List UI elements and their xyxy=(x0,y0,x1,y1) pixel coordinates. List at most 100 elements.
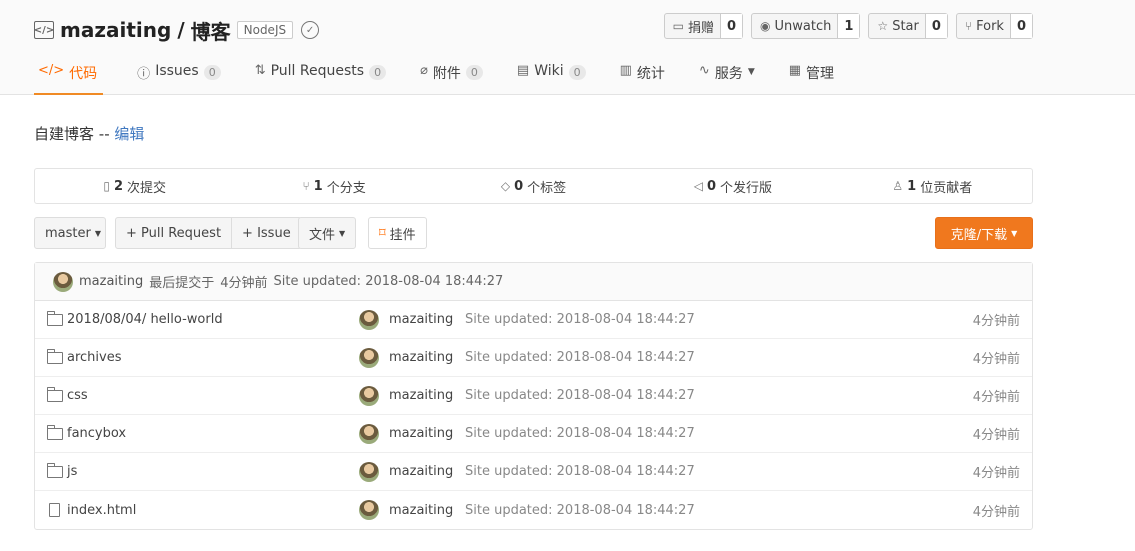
code-icon: </> xyxy=(38,63,65,78)
contributor-icon: ♙ xyxy=(892,179,904,193)
file-name-link[interactable]: archives xyxy=(46,348,122,365)
file-author[interactable]: mazaiting xyxy=(359,461,453,482)
pull-request-icon: ⇅ xyxy=(254,63,266,78)
star-button[interactable]: ☆ Star xyxy=(869,14,924,38)
file-author[interactable]: mazaiting xyxy=(359,500,453,520)
stat-branches-count: 1 xyxy=(313,178,323,194)
pr-issue-group: + Pull Request + Issue xyxy=(115,217,302,249)
file-author[interactable]: mazaiting xyxy=(359,309,453,330)
file-commit-message[interactable]: Site updated: 2018-08-04 18:44:27 xyxy=(465,312,695,327)
description-text: 自建博客 xyxy=(34,125,95,143)
stat-releases-label: 个发行版 xyxy=(720,180,773,196)
repo-name-link[interactable]: 博客 xyxy=(191,16,231,45)
file-commit-message[interactable]: Site updated: 2018-08-04 18:44:27 xyxy=(465,350,695,365)
folder-icon xyxy=(46,462,63,478)
file-name-link[interactable]: js xyxy=(46,462,77,479)
file-name-link[interactable]: index.html xyxy=(47,503,136,518)
donate-count[interactable]: 0 xyxy=(720,14,743,38)
unwatch-button[interactable]: ◉ Unwatch xyxy=(752,14,837,38)
file-commit-message[interactable]: Site updated: 2018-08-04 18:44:27 xyxy=(465,503,695,518)
file-dropdown-button[interactable]: 文件 ▼ xyxy=(298,217,357,249)
watch-action[interactable]: ◉ Unwatch 1 xyxy=(751,13,861,39)
description-separator: -- xyxy=(98,125,110,143)
chevron-down-icon: ▼ xyxy=(1011,228,1018,238)
tab-issues-count: 0 xyxy=(203,65,221,80)
watch-count[interactable]: 1 xyxy=(837,14,860,38)
table-row: js mazaiting Site updated: 2018-08-04 18… xyxy=(35,453,1032,491)
file-author[interactable]: mazaiting xyxy=(359,423,453,444)
file-commit-message[interactable]: Site updated: 2018-08-04 18:44:27 xyxy=(465,388,695,403)
clone-download-button[interactable]: 克隆/下载 ▼ xyxy=(935,217,1033,249)
award-icon[interactable]: ✓ xyxy=(301,21,320,39)
chevron-down-icon: ▼ xyxy=(747,67,755,77)
file-name-link[interactable]: fancybox xyxy=(46,424,127,441)
tab-stats[interactable]: ▥ 统计 xyxy=(620,54,665,95)
branch-icon: ⑂ xyxy=(302,179,310,193)
donate-action[interactable]: ▭ 捐赠 0 xyxy=(663,13,744,39)
language-badge[interactable]: NodeJS xyxy=(236,21,294,39)
avatar xyxy=(359,385,379,406)
tab-services[interactable]: ∿ 服务 ▼ xyxy=(699,54,755,95)
tab-attachments-label: 附件 xyxy=(432,66,461,82)
edit-description-link[interactable]: 编辑 xyxy=(114,125,144,143)
file-commit-message[interactable]: Site updated: 2018-08-04 18:44:27 xyxy=(465,464,695,479)
stat-tags[interactable]: ◇ 0 个标签 xyxy=(434,169,633,203)
file-author[interactable]: mazaiting xyxy=(359,385,453,406)
donate-icon: ▭ xyxy=(672,19,684,33)
table-row: fancybox mazaiting Site updated: 2018-08… xyxy=(35,415,1032,453)
stat-contributors[interactable]: ♙ 1 位贡献者 xyxy=(833,169,1032,203)
last-commit-author[interactable]: mazaiting xyxy=(79,274,143,289)
file-name-link[interactable]: css xyxy=(46,386,88,403)
star-action[interactable]: ☆ Star 0 xyxy=(868,13,948,39)
widget-button[interactable]: ⌑ 挂件 xyxy=(368,217,427,249)
tab-stats-label: 统计 xyxy=(636,66,665,82)
file-commit-time: 4分钟前 xyxy=(972,428,1020,443)
branch-select[interactable]: master ▼ xyxy=(34,217,106,249)
eye-icon: ◉ xyxy=(760,19,771,33)
chevron-down-icon: ▼ xyxy=(339,228,346,238)
new-issue-button[interactable]: + Issue xyxy=(232,217,302,249)
tab-wiki-count: 0 xyxy=(568,65,586,80)
file-name: fancybox xyxy=(67,426,127,441)
last-commit-message[interactable]: Site updated: 2018-08-04 18:44:27 xyxy=(274,274,504,289)
table-row: index.html mazaiting Site updated: 2018-… xyxy=(35,491,1032,529)
tab-wiki[interactable]: ▤ Wiki 0 xyxy=(517,54,586,95)
file-name-link[interactable]: 2018/08/04/ hello-world xyxy=(46,310,223,327)
new-pull-request-button[interactable]: + Pull Request xyxy=(115,217,233,249)
donate-button[interactable]: ▭ 捐赠 xyxy=(665,14,720,38)
tab-pull-requests[interactable]: ⇅ Pull Requests 0 xyxy=(254,54,387,95)
unwatch-label: Unwatch xyxy=(774,18,832,34)
stat-branches[interactable]: ⑂ 1 个分支 xyxy=(234,169,433,203)
star-count[interactable]: 0 xyxy=(924,14,947,38)
file-dropdown-label: 文件 xyxy=(309,227,336,243)
file-name: archives xyxy=(67,350,122,365)
attachment-icon: ⌀ xyxy=(420,63,428,78)
fork-action[interactable]: ⑂ Fork 0 xyxy=(955,13,1033,39)
file-author[interactable]: mazaiting xyxy=(359,347,453,368)
stat-releases[interactable]: ◁ 0 个发行版 xyxy=(633,169,832,203)
wiki-icon: ▤ xyxy=(516,63,530,78)
tab-code[interactable]: </> 代码 xyxy=(34,54,104,95)
table-row: css mazaiting Site updated: 2018-08-04 1… xyxy=(35,377,1032,415)
repo-header: </> mazaiting / 博客 NodeJS ✓ ▭ 捐赠 0 ◉ Unwat… xyxy=(0,0,1135,95)
avatar[interactable] xyxy=(53,271,73,292)
file-icon xyxy=(49,503,60,517)
file-author-name: mazaiting xyxy=(389,502,454,518)
avatar xyxy=(359,500,379,520)
fork-count[interactable]: 0 xyxy=(1009,14,1032,38)
bookmark-icon: ⌑ xyxy=(379,225,386,241)
repo-owner-link[interactable]: mazaiting xyxy=(60,18,171,42)
file-commit-message[interactable]: Site updated: 2018-08-04 18:44:27 xyxy=(465,426,695,441)
fork-button[interactable]: ⑂ Fork xyxy=(957,14,1010,38)
tab-manage[interactable]: ▦ 管理 xyxy=(789,54,834,95)
tab-issues[interactable]: ⓘ Issues 0 xyxy=(137,54,221,95)
stat-commits[interactable]: ▯ 2 次提交 xyxy=(35,169,234,203)
star-icon: ☆ xyxy=(877,19,889,33)
file-commit-time: 4分钟前 xyxy=(972,390,1020,405)
repo-title: </> mazaiting / 博客 NodeJS ✓ xyxy=(34,14,320,46)
clone-download-label: 克隆/下载 xyxy=(950,227,1008,243)
folder-icon xyxy=(46,386,63,402)
repo-separator: / xyxy=(177,18,185,42)
chevron-down-icon: ▼ xyxy=(94,228,101,238)
tab-attachments[interactable]: ⌀ 附件 0 xyxy=(420,54,483,95)
